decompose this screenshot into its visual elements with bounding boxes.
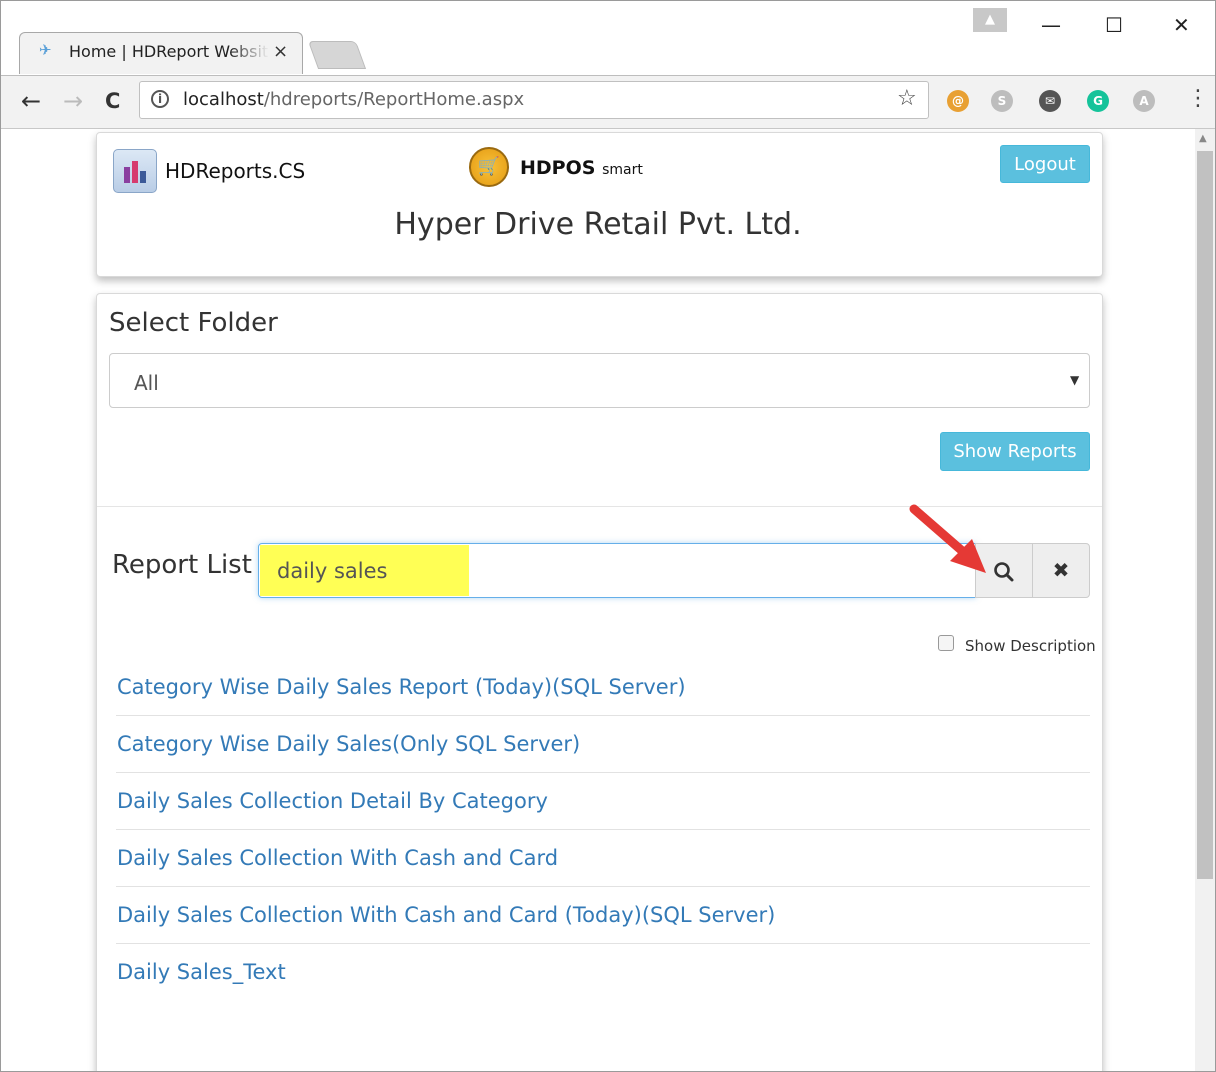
show-description-checkbox[interactable]	[938, 635, 954, 651]
site-info-icon[interactable]: i	[151, 90, 169, 108]
tab-favicon-icon: ✈	[39, 41, 52, 59]
hdreports-logo-icon	[113, 149, 157, 193]
report-link[interactable]: Daily Sales Collection With Cash and Car…	[117, 903, 775, 927]
forward-button[interactable]: →	[63, 87, 83, 115]
folder-select-value: All	[134, 371, 159, 395]
report-link[interactable]: Category Wise Daily Sales Report (Today)…	[117, 675, 686, 699]
row-divider	[116, 772, 1090, 773]
report-link[interactable]: Category Wise Daily Sales(Only SQL Serve…	[117, 732, 580, 756]
user-profile-icon[interactable]: ▲	[973, 8, 1007, 32]
close-window-button[interactable]: ✕	[1173, 13, 1190, 37]
bookmark-star-icon[interactable]: ☆	[897, 86, 917, 111]
show-reports-button[interactable]: Show Reports	[940, 432, 1090, 471]
clear-search-button[interactable]: ✖	[1032, 543, 1090, 598]
pos-suffix: smart	[602, 162, 643, 178]
pos-name: HDPOS	[520, 157, 596, 179]
pdf-icon[interactable]: A	[1133, 90, 1155, 112]
logout-button[interactable]: Logout	[1000, 145, 1090, 183]
report-link[interactable]: Daily Sales_Text	[117, 960, 286, 984]
chevron-down-icon[interactable]: ▼	[1070, 373, 1079, 387]
scroll-up-icon[interactable]: ▲	[1199, 133, 1207, 144]
browser-window: ✈ Home | HDReport Website × ▲ — ☐ ✕ ← → …	[0, 0, 1216, 1072]
shopping-cart-icon: 🛒	[469, 147, 509, 187]
report-link[interactable]: Daily Sales Collection Detail By Categor…	[117, 789, 548, 813]
company-name: Hyper Drive Retail Pvt. Ltd.	[394, 207, 802, 242]
row-divider	[116, 829, 1090, 830]
scrollbar-thumb[interactable]	[1197, 151, 1213, 879]
folder-select[interactable]	[109, 353, 1090, 408]
url-text[interactable]: localhost/hdreports/ReportHome.aspx	[183, 89, 524, 110]
show-description-label[interactable]: Show Description	[965, 637, 1096, 655]
report-list-title: Report List	[112, 550, 252, 580]
new-tab-button[interactable]	[307, 41, 367, 69]
minimize-button[interactable]: —	[1041, 13, 1061, 37]
row-divider	[116, 715, 1090, 716]
annotation-arrow-icon	[909, 504, 986, 573]
grammarly-icon[interactable]: G	[1087, 90, 1109, 112]
row-divider	[116, 886, 1090, 887]
back-button[interactable]: ←	[21, 87, 41, 115]
app-name: HDReports.CS	[165, 159, 306, 183]
report-link[interactable]: Daily Sales Collection With Cash and Car…	[117, 846, 558, 870]
search-icon	[994, 561, 1014, 581]
row-divider	[116, 943, 1090, 944]
header-panel	[96, 132, 1103, 277]
reload-button[interactable]: C	[105, 89, 120, 113]
select-folder-title: Select Folder	[109, 308, 278, 338]
mail-icon[interactable]: ✉	[1039, 90, 1061, 112]
browser-menu-icon[interactable]: ⋮	[1187, 86, 1209, 111]
maximize-button[interactable]: ☐	[1105, 13, 1123, 37]
pos-brand: HDPOS smart	[520, 157, 643, 179]
tab-close-icon[interactable]: ×	[273, 41, 288, 62]
skype-icon[interactable]: S	[991, 90, 1013, 112]
url-host: localhost	[183, 89, 264, 110]
extension-1-icon[interactable]: @	[947, 90, 969, 112]
tab-title[interactable]: Home | HDReport Website	[69, 42, 269, 61]
close-icon: ✖	[1052, 558, 1070, 582]
search-value[interactable]: daily sales	[277, 559, 387, 583]
url-path: /hdreports/ReportHome.aspx	[263, 89, 525, 110]
